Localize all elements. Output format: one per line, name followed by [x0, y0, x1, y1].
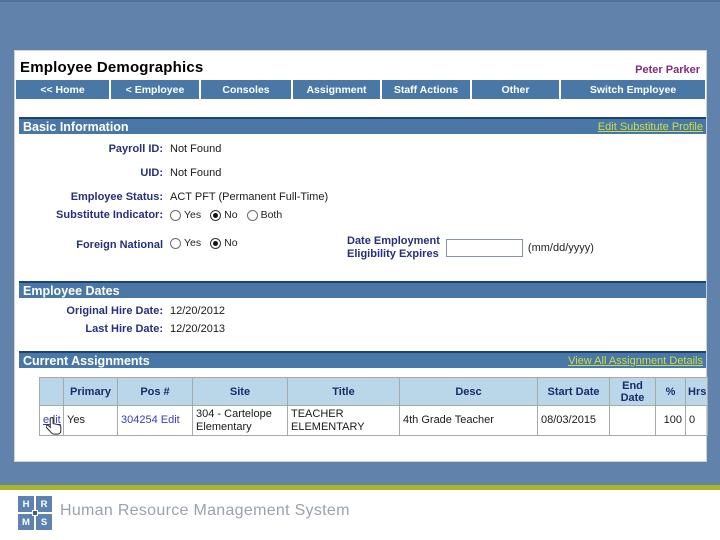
cell-edit: edit [39, 405, 64, 436]
nav-staff-actions[interactable]: Staff Actions [382, 80, 470, 99]
last-hire-date-value: 12/20/2013 [170, 323, 226, 335]
employee-status-value: ACT PFT (Permanent Full-Time) [170, 191, 329, 203]
assignment-row: edit Yes 304254 Edit 304 - Cartelope Ele… [39, 405, 708, 436]
col-header-start-date: Start Date [537, 377, 610, 406]
nav-assignment[interactable]: Assignment [293, 80, 380, 99]
hrms-logo: H R M S [18, 496, 52, 530]
employee-dates-title: Employee Dates [23, 283, 120, 298]
substitute-yes-radio[interactable]: Yes [170, 209, 201, 221]
col-header-end-date: End Date [609, 377, 656, 406]
last-hire-date-row: Last Hire Date: 12/20/2013 [15, 323, 706, 335]
original-hire-date-label: Original Hire Date: [66, 305, 163, 317]
cell-end-date [609, 405, 656, 436]
main-nav: << Home < Employee Consoles Assignment S… [16, 80, 705, 99]
section-employee-dates: Employee Dates [19, 281, 706, 298]
radio-icon [170, 209, 181, 221]
cell-primary: Yes [63, 405, 118, 436]
uid-label: UID: [140, 167, 163, 179]
logo-letter-s: S [36, 514, 52, 530]
footer: H R M S Human Resource Management System [0, 490, 720, 540]
col-header-edit [39, 377, 64, 406]
app-window: Employee Demographics Peter Parker << Ho… [0, 0, 720, 540]
page-header: Employee Demographics Peter Parker [15, 51, 706, 80]
page-title: Employee Demographics [20, 59, 204, 76]
uid-row: UID: Not Found [15, 167, 706, 179]
original-hire-date-row: Original Hire Date: 12/20/2012 [15, 305, 706, 317]
col-header-pos: Pos # [117, 377, 193, 406]
assignments-header-row: Primary Pos # Site Title Desc Start Date… [39, 377, 708, 406]
foreign-national-label: Foreign National [76, 239, 163, 251]
cell-desc: 4th Grade Teacher [399, 405, 538, 436]
eligibility-expires-group: Date Employment Eligibility Expires (mm/… [347, 235, 594, 261]
cell-pos: 304254 Edit [117, 405, 193, 436]
section-current-assignments: Current Assignments View All Assignment … [19, 351, 706, 368]
radio-icon [210, 237, 222, 249]
current-assignments-title: Current Assignments [23, 353, 150, 368]
original-hire-date-value: 12/20/2012 [170, 305, 226, 317]
assignments-table-wrap: Primary Pos # Site Title Desc Start Date… [39, 377, 708, 436]
cell-start-date: 08/03/2015 [537, 405, 610, 436]
col-header-hrs: Hrs [685, 377, 708, 406]
nav-employee[interactable]: < Employee [111, 80, 199, 99]
nav-home[interactable]: << Home [16, 80, 109, 99]
substitute-indicator-row: Substitute Indicator: Yes No Both [15, 209, 706, 221]
date-format-hint: (mm/dd/yyyy) [527, 242, 594, 254]
edit-substitute-profile-link[interactable]: Edit Substitute Profile [598, 121, 703, 133]
last-hire-date-label: Last Hire Date: [85, 323, 163, 335]
foreign-national-no-radio[interactable]: No [210, 237, 238, 249]
current-user-name: Peter Parker [635, 64, 700, 76]
eligibility-expires-label: Date Employment Eligibility Expires [347, 235, 440, 260]
col-header-title: Title [287, 377, 400, 406]
foreign-national-yes-radio[interactable]: Yes [170, 237, 201, 249]
logo-letter-m: M [18, 514, 34, 530]
section-basic-information: Basic Information Edit Substitute Profil… [19, 117, 706, 134]
product-name: Human Resource Management System [60, 502, 350, 519]
substitute-indicator-radio-group: Yes No Both [170, 209, 291, 221]
nav-switch-employee[interactable]: Switch Employee [561, 80, 705, 99]
cell-hrs: 0 [685, 405, 708, 436]
cell-title: TEACHER ELEMENTARY [287, 405, 400, 436]
pos-number: 304254 [121, 414, 158, 426]
row-edit-link[interactable]: edit [43, 414, 61, 426]
col-header-site: Site [192, 377, 288, 406]
radio-icon [210, 209, 222, 221]
eligibility-expires-input[interactable] [445, 239, 523, 257]
substitute-indicator-label: Substitute Indicator: [56, 209, 163, 221]
radio-icon [246, 209, 258, 221]
logo-center-dot-icon [32, 510, 38, 516]
employee-status-label: Employee Status: [70, 191, 163, 203]
col-header-primary: Primary [63, 377, 118, 406]
view-all-assignment-details-link[interactable]: View All Assignment Details [568, 355, 703, 367]
cell-site: 304 - Cartelope Elementary [192, 405, 288, 436]
employee-status-row: Employee Status: ACT PFT (Permanent Full… [15, 191, 706, 203]
logo-letter-r: R [36, 496, 52, 512]
col-header-desc: Desc [399, 377, 538, 406]
substitute-both-radio[interactable]: Both [246, 209, 282, 221]
col-header-percent: % [655, 377, 686, 406]
pos-edit-link[interactable]: Edit [161, 414, 180, 426]
foreign-national-radio-group: Yes No [170, 237, 247, 249]
payroll-id-row: Payroll ID: Not Found [15, 143, 706, 155]
foreign-national-row: Foreign National Yes No Date Employment … [15, 235, 706, 269]
payroll-id-value: Not Found [170, 143, 222, 155]
nav-consoles[interactable]: Consoles [201, 80, 291, 99]
payroll-id-label: Payroll ID: [108, 143, 163, 155]
radio-icon [170, 237, 181, 249]
cell-percent: 100 [655, 405, 686, 436]
substitute-no-radio[interactable]: No [210, 209, 238, 221]
uid-value: Not Found [170, 167, 222, 179]
content-card: Employee Demographics Peter Parker << Ho… [14, 50, 708, 462]
basic-information-title: Basic Information [23, 119, 129, 134]
assignments-table: Primary Pos # Site Title Desc Start Date… [39, 377, 708, 436]
nav-other[interactable]: Other [472, 80, 559, 99]
